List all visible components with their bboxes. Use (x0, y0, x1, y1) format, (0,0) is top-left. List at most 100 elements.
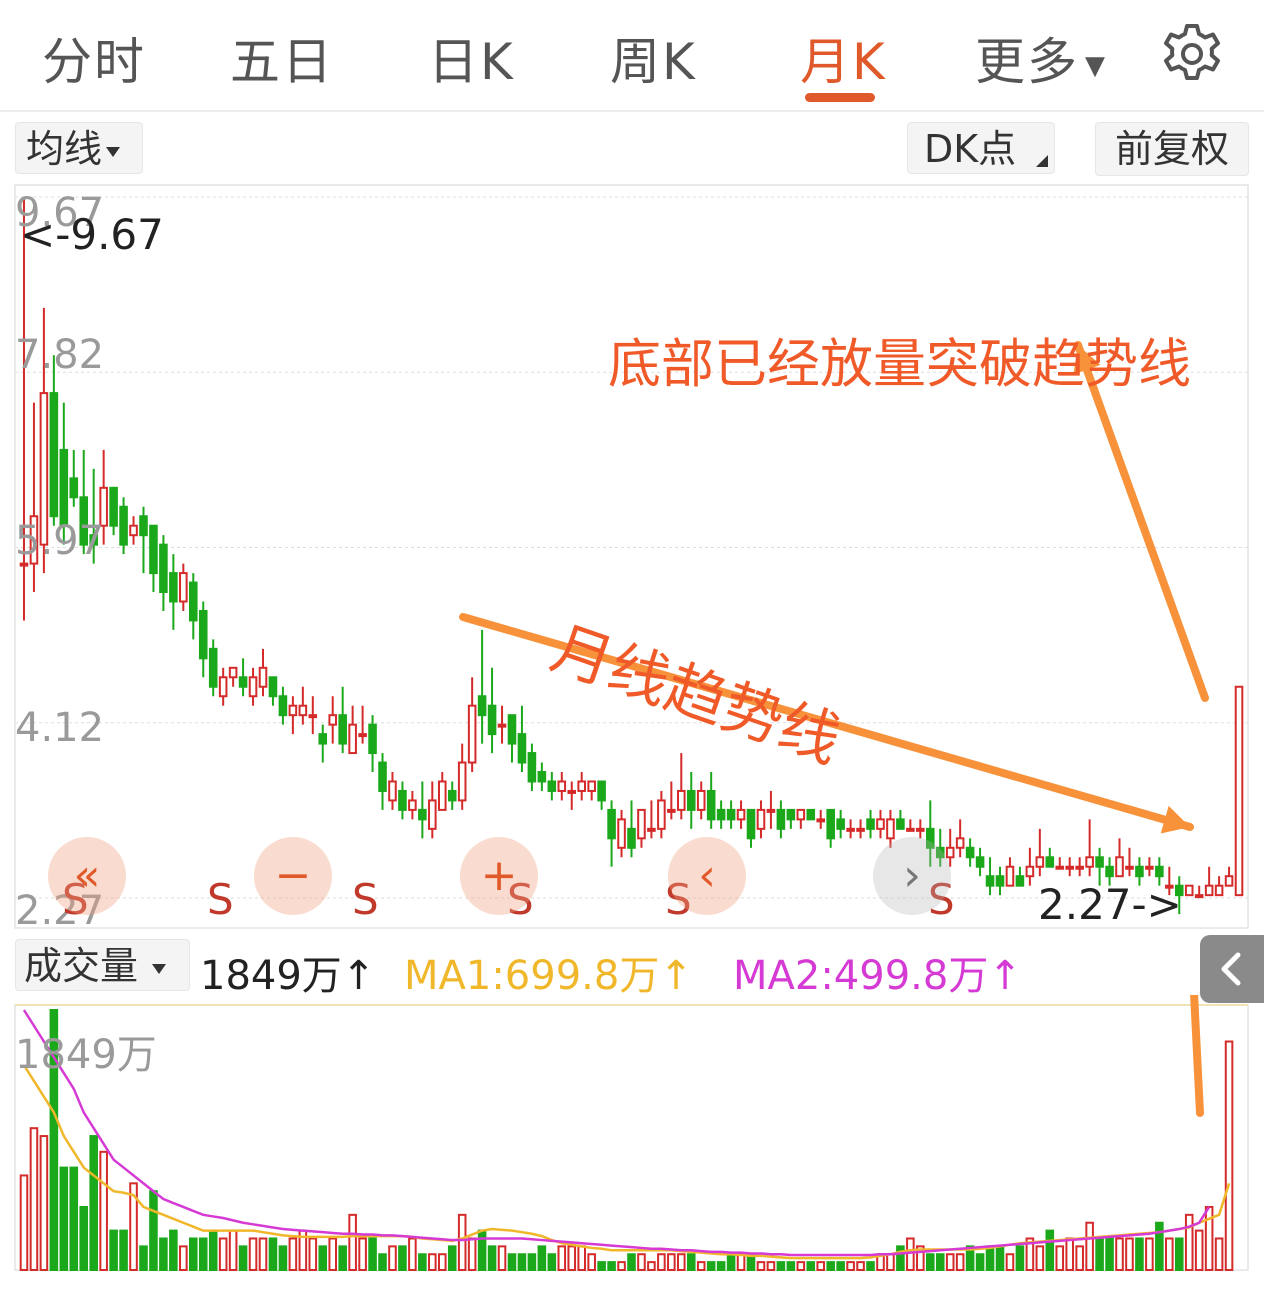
rewind-button[interactable]: « (48, 837, 126, 915)
volume-bar (716, 1261, 726, 1272)
candle-body (1085, 856, 1094, 868)
volume-bar (995, 1245, 1005, 1271)
candle-body (1105, 865, 1114, 878)
candle-body (995, 875, 1005, 887)
volume-bar (756, 1261, 766, 1272)
volume-bar (696, 1261, 706, 1272)
volume-bar (248, 1237, 258, 1271)
ma-select[interactable]: 均线 (15, 122, 143, 174)
volume-bar (527, 1253, 537, 1272)
volume-bar (318, 1245, 328, 1271)
adjust-select-button[interactable]: 前复权 (1095, 122, 1249, 176)
volume-bar (1165, 1237, 1174, 1271)
tab-more[interactable]: 更多 ▼ (975, 22, 1107, 94)
candle-body (119, 505, 128, 546)
high-price-marker: <-9.67 (20, 210, 164, 259)
volume-bar (547, 1253, 557, 1272)
ma-select-label: 均线 (26, 127, 103, 171)
candle-body (189, 581, 198, 622)
volume-bar (258, 1237, 268, 1271)
candle-body (169, 572, 178, 603)
volume-indicator-select[interactable]: 成交量 (15, 939, 190, 991)
volume-bar (1194, 1229, 1204, 1272)
candle-body (358, 733, 367, 738)
tab-intraday[interactable]: 分时 (42, 22, 146, 94)
volume-bar (487, 1245, 497, 1271)
candle-body (567, 789, 577, 794)
volume-bar (189, 1237, 198, 1271)
volume-bar (627, 1253, 636, 1272)
candle-body (298, 704, 308, 717)
next-button[interactable]: › (873, 837, 951, 915)
side-panel-toggle[interactable] (1200, 935, 1264, 1003)
volume-bar (179, 1245, 188, 1271)
candle-body (1224, 875, 1234, 887)
candle-body (318, 733, 328, 745)
candle-body (49, 392, 59, 518)
volume-bar (686, 1253, 696, 1272)
zoom-out-button[interactable]: − (254, 837, 332, 915)
volume-bar (647, 1261, 656, 1272)
candle-body (258, 666, 268, 688)
candle-body (696, 789, 706, 811)
volume-bar (1065, 1237, 1074, 1271)
chevron-down-icon: ▼ (1085, 50, 1107, 81)
volume-bar (1105, 1237, 1114, 1271)
volume-bar (208, 1229, 218, 1272)
volume-bar (109, 1229, 118, 1272)
volume-bar (1224, 1040, 1234, 1271)
volume-bar (577, 1245, 586, 1271)
candle-body (766, 808, 776, 813)
candle-body (1075, 865, 1084, 870)
kline-chart[interactable] (0, 180, 1264, 935)
candle-body (1055, 865, 1065, 870)
candle-body (736, 808, 746, 821)
candle-body (517, 733, 527, 764)
volume-bar (726, 1253, 736, 1272)
zoom-in-button[interactable]: + (460, 837, 538, 915)
volume-bar (1085, 1221, 1094, 1272)
candle-body (796, 808, 806, 821)
volume-bar (218, 1237, 228, 1271)
volume-bar (677, 1253, 686, 1272)
candle-body (906, 827, 915, 832)
candle-body (1065, 865, 1074, 870)
volume-bar (19, 1174, 29, 1271)
candle-body (527, 752, 537, 783)
candle-body (457, 761, 467, 802)
chevron-left-icon (1221, 952, 1241, 986)
candle-body (1115, 856, 1124, 878)
candle-body (228, 666, 238, 679)
candle-body (1035, 856, 1045, 868)
candle-body (308, 714, 318, 719)
candle-body (886, 818, 895, 840)
candle-body (597, 780, 606, 802)
candle-body (607, 808, 616, 840)
volume-bar (766, 1261, 776, 1272)
candle-body (955, 837, 965, 849)
volume-bar (1035, 1245, 1045, 1271)
dk-point-button[interactable]: DK点 (907, 122, 1055, 174)
gear-icon[interactable] (1160, 22, 1224, 86)
tab-monthly-k[interactable]: 月K (800, 22, 887, 94)
volume-bar (1055, 1245, 1065, 1271)
candle-body (856, 827, 865, 832)
tab-weekly-k[interactable]: 周K (610, 22, 697, 94)
volume-bar (437, 1253, 447, 1272)
candle-body (418, 808, 427, 821)
volume-bar (1095, 1237, 1104, 1271)
candle-body (587, 780, 596, 792)
previous-button[interactable]: ‹ (668, 837, 746, 915)
candle-body (617, 818, 626, 849)
candle-body (238, 676, 248, 688)
volume-bar (497, 1245, 507, 1271)
volume-bar (278, 1245, 288, 1271)
volume-ma2-value: MA2:499.8万↑ (733, 953, 1022, 999)
tab-daily-k[interactable]: 日K (428, 22, 515, 94)
volume-bar (238, 1245, 248, 1271)
volume-bar (826, 1261, 835, 1272)
volume-current-value: 1849万↑ (200, 953, 376, 999)
volume-bar (567, 1245, 577, 1271)
volume-bar (896, 1245, 905, 1271)
tab-five-day[interactable]: 五日 (230, 22, 334, 94)
